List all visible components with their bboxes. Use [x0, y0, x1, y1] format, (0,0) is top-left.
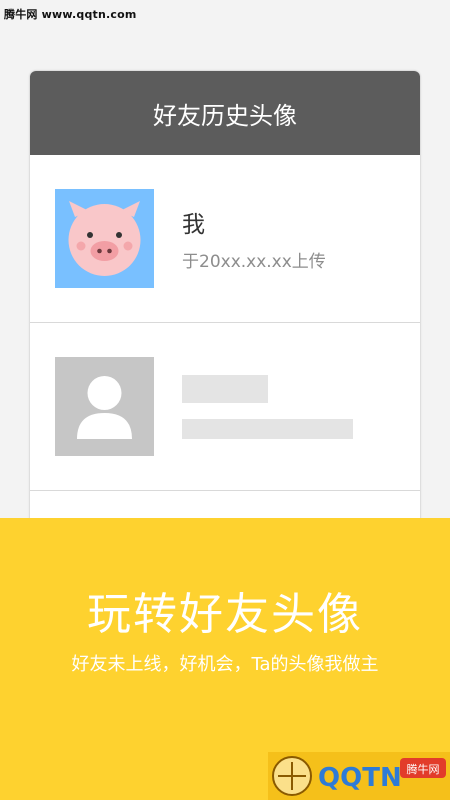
banner-subtitle: 好友未上线，好机会，Ta的头像我做主: [71, 654, 379, 675]
card-header: 好友历史头像: [30, 71, 420, 155]
promo-banner: 玩转好友头像 好友未上线，好机会，Ta的头像我做主 QQTN 腾牛网: [0, 518, 450, 800]
pig-avatar-icon[interactable]: [55, 189, 154, 288]
avatar-row-placeholder[interactable]: [30, 323, 420, 491]
qqtn-logo: QQTN 腾牛网: [268, 752, 450, 800]
name-placeholder: [182, 375, 268, 403]
subtitle-placeholder: [182, 419, 353, 439]
row-upload-date: 于20xx.xx.xx上传: [182, 252, 326, 272]
svg-text:腾牛网: 腾牛网: [407, 762, 440, 776]
row-name: 我: [182, 212, 205, 238]
default-user-avatar-icon[interactable]: [55, 357, 154, 456]
banner-title: 玩转好友头像: [87, 589, 363, 640]
watermark-text: 腾牛网 www.qqtn.com: [4, 8, 137, 21]
avatar-row-me[interactable]: 我 于20xx.xx.xx上传: [30, 155, 420, 323]
svg-text:QQTN: QQTN: [318, 763, 402, 793]
card-title: 好友历史头像: [153, 101, 297, 130]
avatar-history-card: 好友历史头像 我 于20xx.xx.xx上传: [30, 71, 420, 541]
